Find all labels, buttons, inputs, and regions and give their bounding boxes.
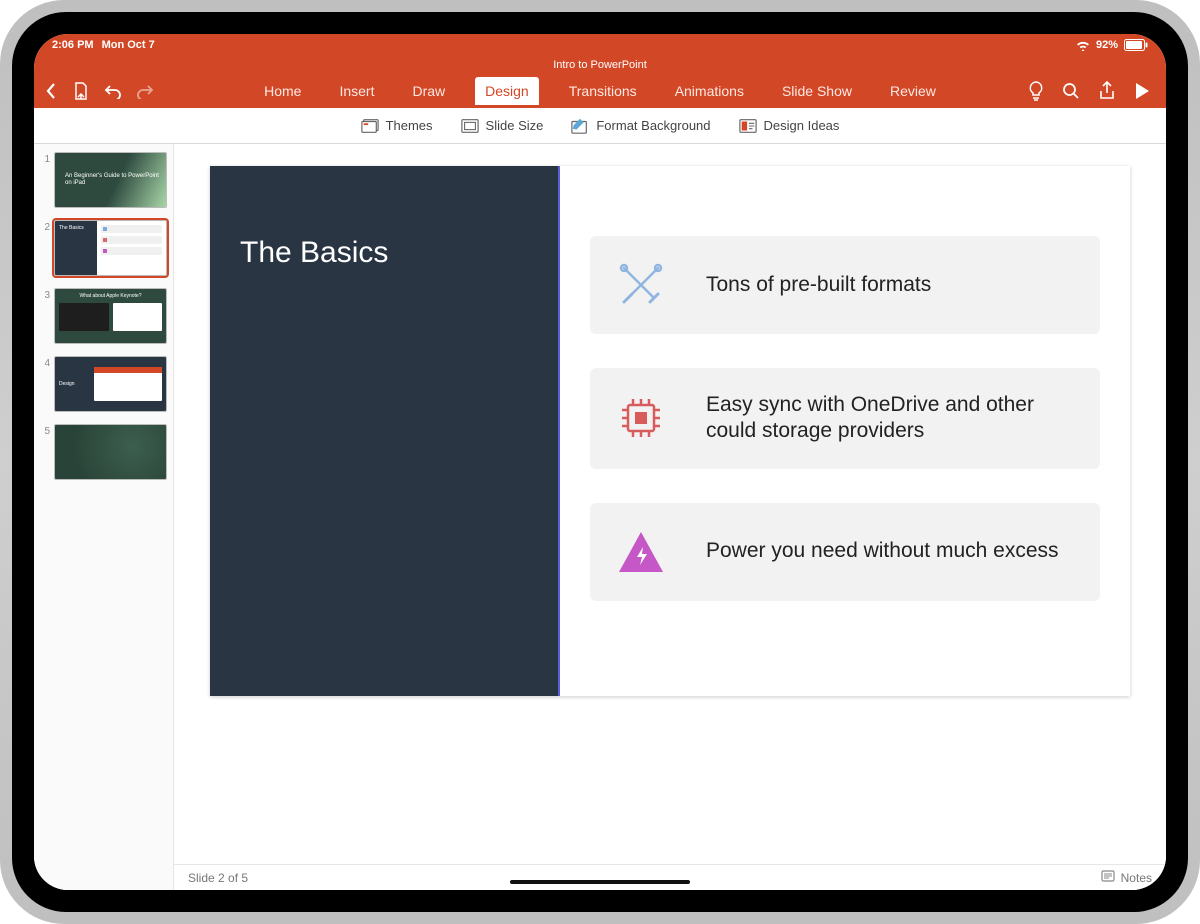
ribbon-tabs: Home Insert Draw Design Transitions Anim… (244, 77, 956, 105)
slide-size-icon (461, 117, 479, 135)
tab-home[interactable]: Home (256, 78, 309, 104)
status-bar: 2:06 PM Mon Oct 7 92% (34, 34, 1166, 56)
card-formats[interactable]: Tons of pre-built formats (590, 236, 1100, 334)
thumb-number: 3 (40, 288, 50, 344)
document-title: Intro to PowerPoint (34, 56, 1166, 74)
warning-bolt-icon (616, 527, 666, 577)
slide-content-panel[interactable]: Tons of pre-built formats (560, 166, 1130, 696)
search-icon[interactable] (1062, 82, 1080, 100)
format-background-label: Format Background (596, 118, 710, 133)
lightbulb-icon[interactable] (1028, 81, 1044, 101)
play-icon[interactable] (1134, 82, 1150, 100)
card-sync[interactable]: Easy sync with OneDrive and other could … (590, 368, 1100, 469)
thumbnail-panel[interactable]: 1 An Beginner's Guide to PowerPoint on i… (34, 144, 174, 890)
slide-canvas-wrap: The Basics (174, 144, 1166, 864)
redo-button[interactable] (136, 83, 154, 99)
slide-size-button[interactable]: Slide Size (461, 117, 544, 135)
screen: 2:06 PM Mon Oct 7 92% Intro to PowerPoin… (34, 34, 1166, 890)
thumb-number: 2 (40, 220, 50, 276)
home-indicator[interactable] (510, 880, 690, 884)
slide-canvas[interactable]: The Basics (210, 166, 1130, 696)
tab-slideshow[interactable]: Slide Show (774, 78, 860, 104)
swords-icon (616, 260, 666, 310)
themes-label: Themes (386, 118, 433, 133)
slide-title: The Basics (240, 236, 528, 270)
thumb4-title: Design (59, 381, 90, 387)
slide-thumbnail-4[interactable]: Design (54, 356, 167, 412)
slide-thumbnail-3[interactable]: What about Apple Keynote? (54, 288, 167, 344)
tab-insert[interactable]: Insert (331, 78, 382, 104)
slide-thumbnail-1[interactable]: An Beginner's Guide to PowerPoint on iPa… (54, 152, 167, 208)
slide-size-label: Slide Size (486, 118, 544, 133)
card-power-text: Power you need without much excess (706, 538, 1059, 564)
editor-area: The Basics (174, 144, 1166, 890)
slide-counter: Slide 2 of 5 (188, 871, 248, 885)
slide-title-panel[interactable]: The Basics (210, 166, 560, 696)
status-time: 2:06 PM (52, 39, 94, 51)
card-formats-text: Tons of pre-built formats (706, 272, 931, 298)
thumb3-title: What about Apple Keynote? (59, 293, 162, 299)
undo-button[interactable] (104, 83, 122, 99)
status-footer: Slide 2 of 5 Notes (174, 864, 1166, 890)
notes-button[interactable]: Notes (1101, 870, 1152, 885)
card-sync-text: Easy sync with OneDrive and other could … (706, 392, 1074, 445)
thumb1-title: An Beginner's Guide to PowerPoint on iPa… (65, 173, 166, 187)
format-background-button[interactable]: Format Background (571, 117, 710, 135)
card-power[interactable]: Power you need without much excess (590, 503, 1100, 601)
wifi-icon (1076, 40, 1090, 51)
tab-review[interactable]: Review (882, 78, 944, 104)
status-date: Mon Oct 7 (102, 39, 155, 51)
design-ribbon: Themes Slide Size Format Background (34, 108, 1166, 144)
slide-thumbnail-5[interactable] (54, 424, 167, 480)
slide-thumbnail-2[interactable]: The Basics (54, 220, 167, 276)
battery-percent: 92% (1096, 39, 1118, 51)
notes-label: Notes (1121, 871, 1152, 885)
back-button[interactable] (44, 82, 58, 100)
notes-icon (1101, 870, 1115, 885)
toolbar: Home Insert Draw Design Transitions Anim… (34, 74, 1166, 108)
file-menu-button[interactable] (72, 82, 90, 100)
themes-button[interactable]: Themes (361, 117, 433, 135)
tab-draw[interactable]: Draw (404, 78, 453, 104)
themes-icon (361, 117, 379, 135)
tab-transitions[interactable]: Transitions (561, 78, 645, 104)
content-area: 1 An Beginner's Guide to PowerPoint on i… (34, 144, 1166, 890)
ipad-bezel: 2:06 PM Mon Oct 7 92% Intro to PowerPoin… (12, 12, 1188, 912)
thumb-number: 4 (40, 356, 50, 412)
thumb-number: 5 (40, 424, 50, 480)
chip-icon (616, 393, 666, 443)
thumb-number: 1 (40, 152, 50, 208)
tab-animations[interactable]: Animations (667, 78, 752, 104)
tab-design[interactable]: Design (475, 77, 539, 105)
thumb2-title: The Basics (55, 221, 97, 275)
design-ideas-label: Design Ideas (764, 118, 840, 133)
format-background-icon (571, 117, 589, 135)
share-icon[interactable] (1098, 81, 1116, 101)
design-ideas-button[interactable]: Design Ideas (739, 117, 840, 135)
design-ideas-icon (739, 117, 757, 135)
ipad-frame: 2:06 PM Mon Oct 7 92% Intro to PowerPoin… (0, 0, 1200, 924)
battery-icon (1124, 39, 1148, 51)
